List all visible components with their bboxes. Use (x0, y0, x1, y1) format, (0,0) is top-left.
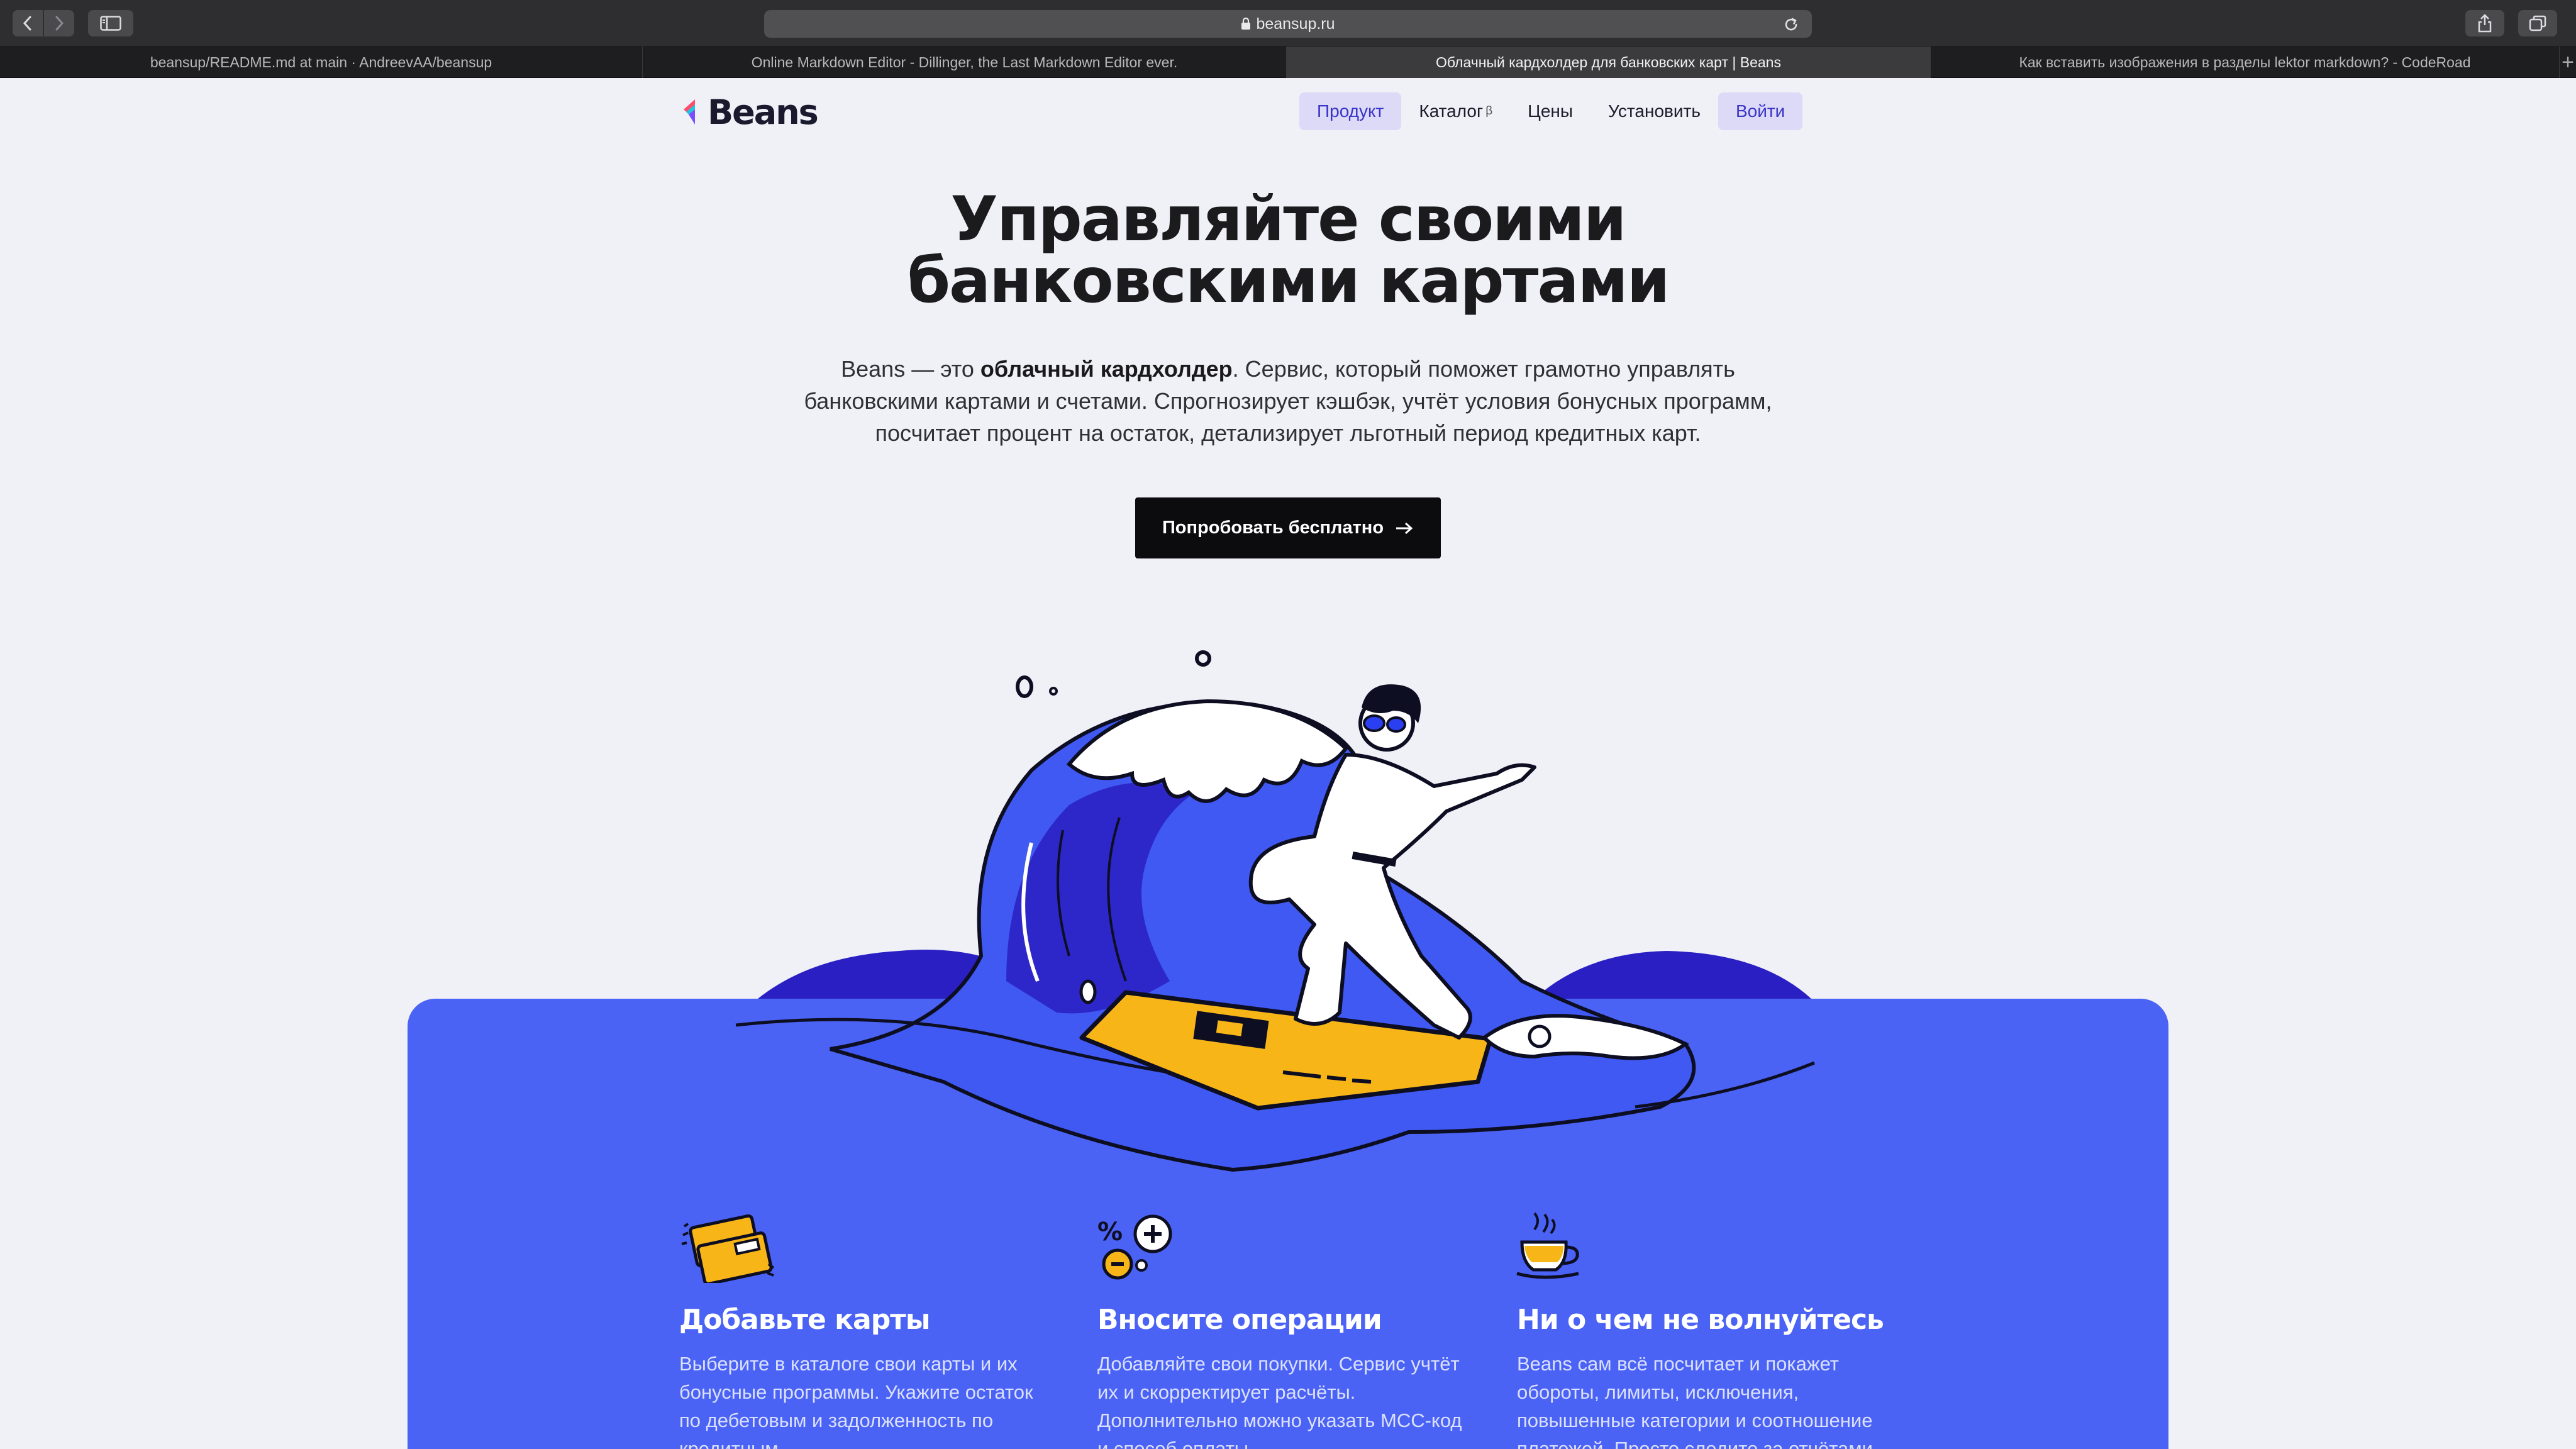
hero-description: Beans — это облачный кардхолдер. Сервис,… (659, 353, 1917, 449)
nav-catalog-label: Каталог (1419, 101, 1484, 121)
nav-catalog[interactable]: Каталог β (1401, 92, 1510, 130)
nav-install[interactable]: Установить (1591, 92, 1718, 130)
desc-lead: Beans — это (841, 356, 980, 382)
share-icon (2478, 14, 2492, 33)
feature-title: Вносите операции (1097, 1304, 1382, 1336)
nav-prices[interactable]: Цены (1510, 92, 1591, 130)
hero-title-line-2: банковскими картами (907, 245, 1670, 317)
lock-icon (1241, 18, 1251, 30)
feature-title: Добавьте карты (679, 1304, 931, 1336)
hero-desc-line-2: банковскими картами и счетами. Спрогнози… (804, 388, 1772, 414)
logo-text: Beans (708, 92, 819, 132)
plus-icon: + (2562, 50, 2574, 74)
desc-bold: облачный кардхолдер (980, 356, 1233, 382)
surfer-wave-illustration (735, 650, 1815, 1172)
feature-add-cards: Добавьте карты Выберите в каталоге свои … (679, 1211, 1057, 1449)
browser-tab[interactable]: Online Markdown Editor - Dillinger, the … (643, 47, 1287, 78)
share-button[interactable] (2465, 10, 2504, 36)
feature-text: Добавляйте свои покупки. Сервис учтёт их… (1097, 1353, 1462, 1449)
browser-toolbar: beansup.ru (0, 0, 2576, 47)
hero-desc-line-1: Beans — это облачный кардхолдер. Сервис,… (659, 353, 1917, 385)
forward-button[interactable] (44, 10, 74, 36)
reload-icon[interactable] (1783, 16, 1799, 33)
hero-title: Управляйте своими банковскими картами (659, 189, 1917, 312)
beta-badge: β (1485, 104, 1493, 118)
feature-enter-operations: Вносите операции Добавляйте свои покупки… (1097, 1211, 1475, 1449)
chevron-left-icon (23, 16, 31, 31)
hero-title-line-1: Управляйте своими (950, 184, 1626, 255)
browser-tab[interactable]: Как вставить изображения в разделы lekto… (1931, 47, 2560, 78)
address-bar[interactable]: beansup.ru (764, 10, 1812, 38)
sidebar-toggle-button[interactable] (88, 10, 133, 36)
feature-text: Выберите в каталоге свои карты и их бону… (679, 1353, 1033, 1449)
site-logo[interactable]: Beans (681, 92, 819, 132)
tab-title: beansup/README.md at main · AndreevAA/be… (150, 53, 492, 70)
url-text: beansup.ru (1256, 14, 1335, 33)
tabs-icon (2529, 15, 2546, 31)
feature-no-worries: Ни о чем не волнуйтесь Beans сам всё пос… (1517, 1211, 1894, 1449)
tab-title: Облачный кардхолдер для банковских карт … (1436, 53, 1781, 70)
tab-title: Как вставить изображения в разделы lekto… (2019, 53, 2471, 70)
tab-overview-button[interactable] (2518, 10, 2557, 36)
feature-title: Ни о чем не волнуйтесь (1517, 1304, 1884, 1336)
site-nav: Продукт Каталог β Цены Установить Войти (1299, 92, 1803, 131)
try-free-button[interactable]: Попробовать бесплатно (1135, 497, 1441, 558)
browser-tab-active[interactable]: Облачный кардхолдер для банковских карт … (1287, 47, 1931, 78)
tab-title: Online Markdown Editor - Dillinger, the … (751, 53, 1178, 70)
hero-desc-line-3: посчитает процент на остаток, детализиру… (875, 420, 1701, 446)
chevron-right-icon (55, 16, 64, 31)
nav-product[interactable]: Продукт (1299, 92, 1402, 130)
beans-logo-icon (684, 99, 695, 125)
login-button[interactable]: Войти (1718, 92, 1803, 130)
sidebar-icon (100, 16, 121, 31)
back-button[interactable] (13, 10, 43, 36)
tab-bar: beansup/README.md at main · AndreevAA/be… (0, 47, 2576, 78)
cta-label: Попробовать бесплатно (1162, 518, 1384, 538)
desc-rest: . Сервис, который поможет грамотно управ… (1232, 356, 1735, 382)
arrow-right-icon (1396, 522, 1413, 534)
browser-tab[interactable]: beansup/README.md at main · AndreevAA/be… (0, 47, 643, 78)
new-tab-button[interactable]: + (2560, 47, 2576, 78)
feature-text: Beans сам всё посчитает и покажет оборот… (1517, 1353, 1879, 1449)
